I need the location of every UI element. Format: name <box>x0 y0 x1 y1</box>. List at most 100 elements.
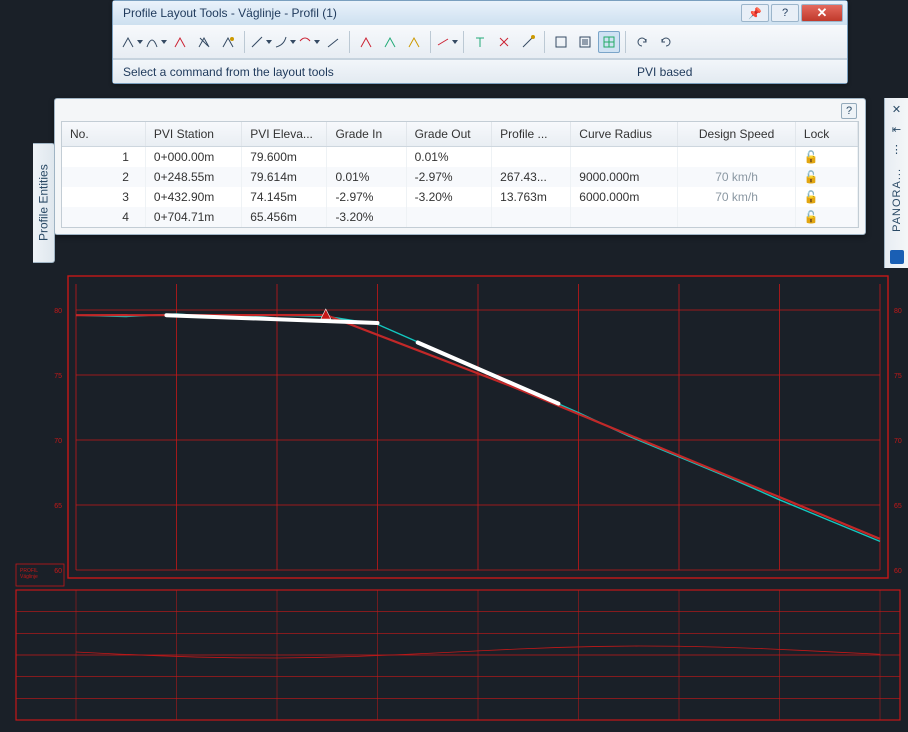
undo-button[interactable] <box>631 31 653 53</box>
cell-station[interactable]: 0+248.55m <box>145 167 241 187</box>
redo-button[interactable] <box>655 31 677 53</box>
cell-profile-len[interactable]: 267.43... <box>492 167 571 187</box>
panorama-pin-icon[interactable]: ⇤ <box>890 122 904 136</box>
cell-grade-out[interactable] <box>406 207 492 227</box>
delete-pvi-button[interactable] <box>193 31 215 53</box>
svg-text:70: 70 <box>54 438 62 445</box>
col-grade-in[interactable]: Grade In <box>327 122 406 147</box>
lock-icon[interactable]: 🔓 <box>804 210 818 224</box>
cell-speed[interactable]: 70 km/h <box>678 167 796 187</box>
fixed-tangent-button[interactable] <box>250 31 272 53</box>
cell-elev[interactable]: 79.614m <box>242 167 327 187</box>
col-curve-radius[interactable]: Curve Radius <box>571 122 678 147</box>
col-profile-len[interactable]: Profile ... <box>492 122 571 147</box>
cell-lock[interactable]: 🔓 <box>795 187 857 207</box>
cell-profile-len[interactable] <box>492 207 571 227</box>
insert-pvi-button[interactable] <box>169 31 191 53</box>
cell-profile-len[interactable] <box>492 147 571 168</box>
separator <box>463 31 464 53</box>
panorama-menu-icon[interactable]: ⋮ <box>890 142 904 156</box>
table-row[interactable]: 10+000.00m79.600m 0.01% 🔓 <box>62 147 858 168</box>
lock-icon[interactable]: 🔓 <box>804 170 818 184</box>
cell-grade-in[interactable]: -2.97% <box>327 187 406 207</box>
cell-grade-out[interactable]: -3.20% <box>406 187 492 207</box>
cell-station[interactable]: 0+432.90m <box>145 187 241 207</box>
svg-text:65: 65 <box>54 503 62 510</box>
cell-station[interactable]: 0+704.71m <box>145 207 241 227</box>
cell-no: 4 <box>62 207 145 227</box>
trim-entity-button[interactable] <box>379 31 401 53</box>
cell-radius[interactable] <box>571 207 678 227</box>
cell-grade-in[interactable]: 0.01% <box>327 167 406 187</box>
col-elev[interactable]: PVI Eleva... <box>242 122 327 147</box>
pick-sub-entity-button[interactable] <box>469 31 491 53</box>
svg-text:60: 60 <box>54 568 62 575</box>
separator <box>244 31 245 53</box>
svg-text:Väglinje: Väglinje <box>20 574 38 580</box>
cell-lock[interactable]: 🔓 <box>795 207 857 227</box>
cell-station[interactable]: 0+000.00m <box>145 147 241 168</box>
edit-best-fit-button[interactable] <box>517 31 539 53</box>
help-button[interactable]: ? <box>771 4 799 22</box>
profile-entities-panel: Profile Entities ? No. PVI Station PVI E… <box>54 98 866 235</box>
toolbar <box>113 25 847 59</box>
cell-grade-in[interactable] <box>327 147 406 168</box>
status-prompt: Select a command from the layout tools <box>123 65 637 79</box>
table-row[interactable]: 20+248.55m79.614m0.01%-2.97%267.43...900… <box>62 167 858 187</box>
separator <box>430 31 431 53</box>
pin-button[interactable]: 📌 <box>741 4 769 22</box>
cell-elev[interactable]: 79.600m <box>242 147 327 168</box>
cell-speed[interactable] <box>678 147 796 168</box>
profile-layout-tools-window: Profile Layout Tools - Väglinje - Profil… <box>112 0 848 84</box>
col-station[interactable]: PVI Station <box>145 122 241 147</box>
col-no[interactable]: No. <box>62 122 145 147</box>
float-curve-button[interactable] <box>298 31 320 53</box>
profile-grid-view-button[interactable] <box>598 31 620 53</box>
cell-grade-out[interactable]: -2.97% <box>406 167 492 187</box>
profile-style-button[interactable] <box>574 31 596 53</box>
draw-tangents-button[interactable] <box>121 31 143 53</box>
cell-speed[interactable] <box>678 207 796 227</box>
separator <box>625 31 626 53</box>
svg-text:75: 75 <box>894 373 902 380</box>
lock-icon[interactable]: 🔓 <box>804 190 818 204</box>
cell-lock[interactable]: 🔓 <box>795 167 857 187</box>
statusbar: Select a command from the layout tools P… <box>113 59 847 83</box>
col-design-speed[interactable]: Design Speed <box>678 122 796 147</box>
cell-radius[interactable] <box>571 147 678 168</box>
move-pvi-button[interactable] <box>217 31 239 53</box>
cell-profile-len[interactable]: 13.763m <box>492 187 571 207</box>
close-button[interactable]: ✕ <box>801 4 843 22</box>
col-lock[interactable]: Lock <box>795 122 857 147</box>
cell-lock[interactable]: 🔓 <box>795 147 857 168</box>
lock-icon[interactable]: 🔓 <box>804 150 818 164</box>
panel-tab[interactable]: Profile Entities <box>33 143 55 263</box>
titlebar[interactable]: Profile Layout Tools - Väglinje - Profil… <box>113 1 847 25</box>
status-mode: PVI based <box>637 65 837 79</box>
col-grade-out[interactable]: Grade Out <box>406 122 492 147</box>
extend-entity-button[interactable] <box>355 31 377 53</box>
svg-text:65: 65 <box>894 503 902 510</box>
cell-grade-in[interactable]: -3.20% <box>327 207 406 227</box>
table-row[interactable]: 30+432.90m74.145m-2.97%-3.20%13.763m6000… <box>62 187 858 207</box>
free-curve-button[interactable] <box>322 31 344 53</box>
cell-elev[interactable]: 65.456m <box>242 207 327 227</box>
cell-elev[interactable]: 74.145m <box>242 187 327 207</box>
profile-properties-button[interactable] <box>550 31 572 53</box>
cell-no: 1 <box>62 147 145 168</box>
profile-view-drawing[interactable]: 60606565707075758080PROFILVäglinje <box>0 270 908 730</box>
panorama-close-icon[interactable]: ✕ <box>890 102 904 116</box>
cell-grade-out[interactable]: 0.01% <box>406 147 492 168</box>
fixed-curve-button[interactable] <box>274 31 296 53</box>
draw-curves-button[interactable] <box>145 31 167 53</box>
table-row[interactable]: 40+704.71m65.456m-3.20% 🔓 <box>62 207 858 227</box>
copy-profile-button[interactable] <box>436 31 458 53</box>
delete-sub-entity-button[interactable] <box>493 31 515 53</box>
raise-lower-button[interactable] <box>403 31 425 53</box>
cell-speed[interactable]: 70 km/h <box>678 187 796 207</box>
profile-chart: 60606565707075758080PROFILVäglinje <box>0 270 908 730</box>
cell-radius[interactable]: 6000.000m <box>571 187 678 207</box>
svg-text:80: 80 <box>54 308 62 315</box>
panel-help-button[interactable]: ? <box>841 103 857 119</box>
cell-radius[interactable]: 9000.000m <box>571 167 678 187</box>
